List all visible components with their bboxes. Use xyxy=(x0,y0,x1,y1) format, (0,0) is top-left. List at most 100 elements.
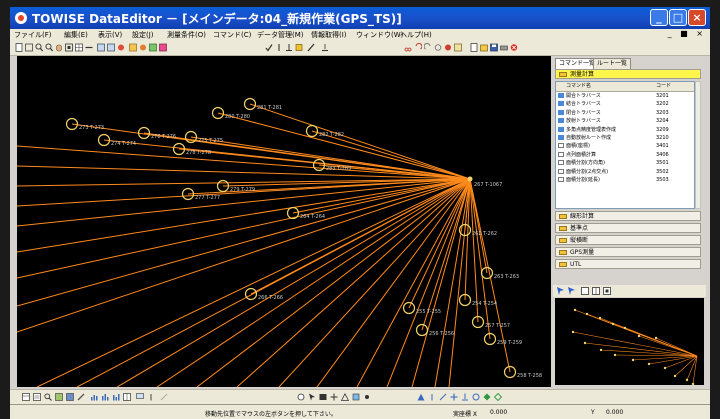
map-icon[interactable] xyxy=(66,393,74,401)
block-tool-icon[interactable] xyxy=(319,393,327,401)
print-icon[interactable] xyxy=(500,43,508,52)
table-icon[interactable] xyxy=(22,393,30,401)
rotate-icon[interactable] xyxy=(434,43,442,52)
category-profile[interactable]: 縦横断 xyxy=(555,235,701,245)
overview-select-icon[interactable] xyxy=(568,287,576,295)
overview-map[interactable] xyxy=(555,298,704,385)
list-item[interactable]: 多角点精度管理表作成 3209 xyxy=(556,126,694,134)
list-item[interactable]: 自動放射ルート作成 3210 xyxy=(556,134,694,142)
chart-icon[interactable] xyxy=(90,393,98,401)
image-icon[interactable] xyxy=(55,393,63,401)
color-icon[interactable] xyxy=(139,43,147,52)
triangle-tool-icon[interactable] xyxy=(341,393,349,401)
list-view-icon[interactable] xyxy=(33,393,41,401)
title-bar[interactable]: TOWISE DataEditor － [メインデータ:04_新規作業(GPS_… xyxy=(10,7,710,29)
next-view-icon[interactable] xyxy=(107,43,115,52)
overview-window-icon[interactable] xyxy=(581,287,589,295)
node-tool-icon[interactable] xyxy=(363,393,371,401)
layer-icon[interactable] xyxy=(129,43,137,52)
menu-edit[interactable]: 編集(E) xyxy=(64,30,88,40)
circle-tool-icon[interactable] xyxy=(297,393,305,401)
baseline-icon[interactable] xyxy=(285,43,293,52)
new-icon[interactable] xyxy=(15,43,23,52)
menu-help[interactable]: ヘルプ(H) xyxy=(400,30,432,40)
mdi-controls[interactable]: _ ■ × xyxy=(668,29,706,38)
stop-red-icon[interactable] xyxy=(510,43,518,52)
list-item[interactable]: 閉合トラバース 3203 xyxy=(556,109,694,117)
menu-file[interactable]: ファイル(F) xyxy=(14,30,52,40)
pointer-tool-icon[interactable] xyxy=(308,393,316,401)
survey-branch-icon[interactable] xyxy=(439,393,447,401)
pen-icon[interactable] xyxy=(307,43,315,52)
frame-icon[interactable] xyxy=(25,43,33,52)
save-icon[interactable] xyxy=(490,43,498,52)
survey-circle-icon[interactable] xyxy=(472,393,480,401)
previous-view-icon[interactable] xyxy=(97,43,105,52)
grid-view-icon[interactable] xyxy=(123,393,131,401)
shape-tool-icon[interactable] xyxy=(352,393,360,401)
list-item[interactable]: 結合トラバース 3202 xyxy=(556,100,694,108)
redo-icon[interactable] xyxy=(424,43,432,52)
column-name-header[interactable]: コマンド名 xyxy=(566,82,591,91)
list-item[interactable]: 点列面積計算 3406 xyxy=(556,151,694,159)
zoom-out-icon[interactable] xyxy=(45,43,53,52)
check-icon[interactable] xyxy=(265,43,273,52)
category-utl[interactable]: UTL xyxy=(555,259,701,269)
pan-hand-icon[interactable] xyxy=(55,43,63,52)
disabled-tool-icon[interactable] xyxy=(160,393,168,401)
list-scrollbar[interactable] xyxy=(695,81,701,209)
menu-view[interactable]: 表示(V) xyxy=(98,30,122,40)
underline-icon[interactable] xyxy=(321,43,329,52)
stop-icon[interactable] xyxy=(444,43,452,52)
overview-grid-icon[interactable] xyxy=(592,287,600,295)
new-file-icon[interactable] xyxy=(470,43,478,52)
survey-arrow-icon[interactable] xyxy=(417,393,425,401)
menu-command[interactable]: コマンド(C) xyxy=(213,30,251,40)
list-item[interactable]: 開合トラバース 3201 xyxy=(556,92,694,100)
properties-icon[interactable] xyxy=(454,43,462,52)
cross-tool-icon[interactable] xyxy=(330,393,338,401)
category-control-point[interactable]: 基準点 xyxy=(555,223,701,233)
menu-window[interactable]: ウィンドウ(W) xyxy=(356,30,403,40)
open-folder-icon[interactable] xyxy=(480,43,488,52)
redraw-icon[interactable] xyxy=(117,43,125,52)
grid-icon[interactable] xyxy=(75,43,83,52)
fit-extent-icon[interactable] xyxy=(65,43,73,52)
vertical-line-icon[interactable] xyxy=(275,43,283,52)
menu-settings[interactable]: 設定(J) xyxy=(132,30,154,40)
symbol-icon[interactable] xyxy=(295,43,303,52)
undo-icon[interactable] xyxy=(414,43,422,52)
chart-3-icon[interactable] xyxy=(112,393,120,401)
minimize-button[interactable]: _ xyxy=(650,9,668,26)
zoom-in-icon[interactable] xyxy=(35,43,43,52)
list-item[interactable]: 面積分割(方向角) 3501 xyxy=(556,159,694,167)
list-item[interactable]: 放射トラバース 3204 xyxy=(556,117,694,125)
category-line-calc[interactable]: 線形計算 xyxy=(555,211,701,221)
list-item[interactable]: 面積分割(延長) 3503 xyxy=(556,176,694,184)
overview-fit-icon[interactable] xyxy=(603,287,611,295)
list-item[interactable]: 面積分割(2点交点) 3502 xyxy=(556,168,694,176)
survey-plus-icon[interactable] xyxy=(450,393,458,401)
list-item[interactable]: 面積(座標) 3401 xyxy=(556,142,694,150)
survey-diamond-icon[interactable] xyxy=(483,393,491,401)
maximize-button[interactable]: □ xyxy=(669,9,687,26)
tools-icon[interactable] xyxy=(77,393,85,401)
survey-stand-icon[interactable] xyxy=(461,393,469,401)
overview-arrow-icon[interactable] xyxy=(557,287,565,295)
menu-survey-conditions[interactable]: 測量条件(O) xyxy=(167,30,206,40)
drawing-canvas[interactable]: 281 T-281 280 T-280 282 T-282 276 T-276 275 … xyxy=(17,56,551,387)
measure-icon[interactable] xyxy=(85,43,93,52)
survey-node-icon[interactable] xyxy=(494,393,502,401)
category-gps[interactable]: GPS測量 xyxy=(555,247,701,257)
property-icon[interactable] xyxy=(159,43,167,52)
close-button[interactable]: × xyxy=(688,9,706,26)
chart-2-icon[interactable] xyxy=(101,393,109,401)
cut-icon[interactable] xyxy=(404,43,412,52)
menu-data-management[interactable]: データ管理(M) xyxy=(257,30,304,40)
survey-fork-icon[interactable] xyxy=(428,393,436,401)
category-survey-calc[interactable]: 測量計算 xyxy=(555,69,701,79)
search-icon[interactable] xyxy=(44,393,52,401)
signal-icon[interactable] xyxy=(147,393,155,401)
monitor-icon[interactable] xyxy=(136,393,144,401)
menu-info[interactable]: 情報取得(I) xyxy=(311,30,347,40)
